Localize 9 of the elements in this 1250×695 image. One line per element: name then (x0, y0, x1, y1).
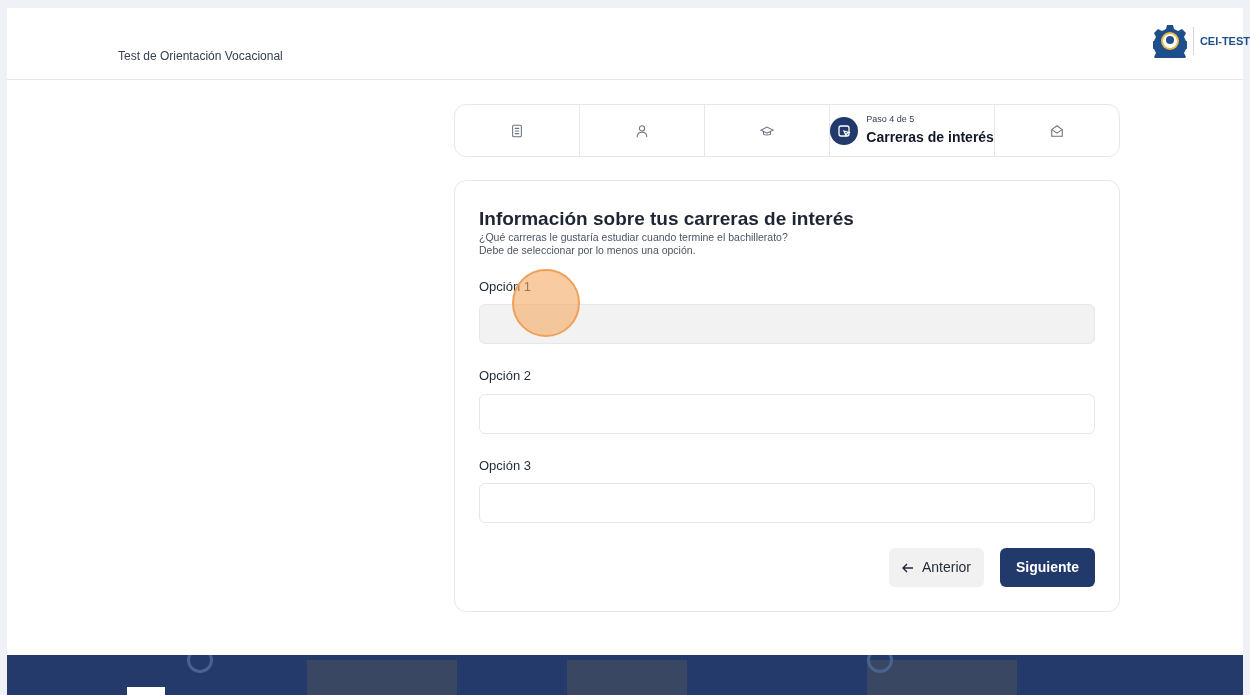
form-description: ¿Qué carreras le gustaría estudiar cuando termine el bachillerato? (479, 230, 789, 244)
next-button[interactable]: Siguiente (1000, 548, 1095, 588)
form-description: Debe de seleccionar por lo menos una opción. (479, 243, 697, 257)
logo-text: CEI-TEST (1199, 33, 1250, 49)
app-title: Test de Orientación Vocacional (118, 48, 283, 65)
field-label: Opción 2 (479, 367, 533, 386)
back-button[interactable]: Anterior (888, 548, 984, 588)
field-label: Opción 3 (479, 456, 533, 475)
form-title: Información sobre tus carreras de interés (479, 207, 855, 231)
